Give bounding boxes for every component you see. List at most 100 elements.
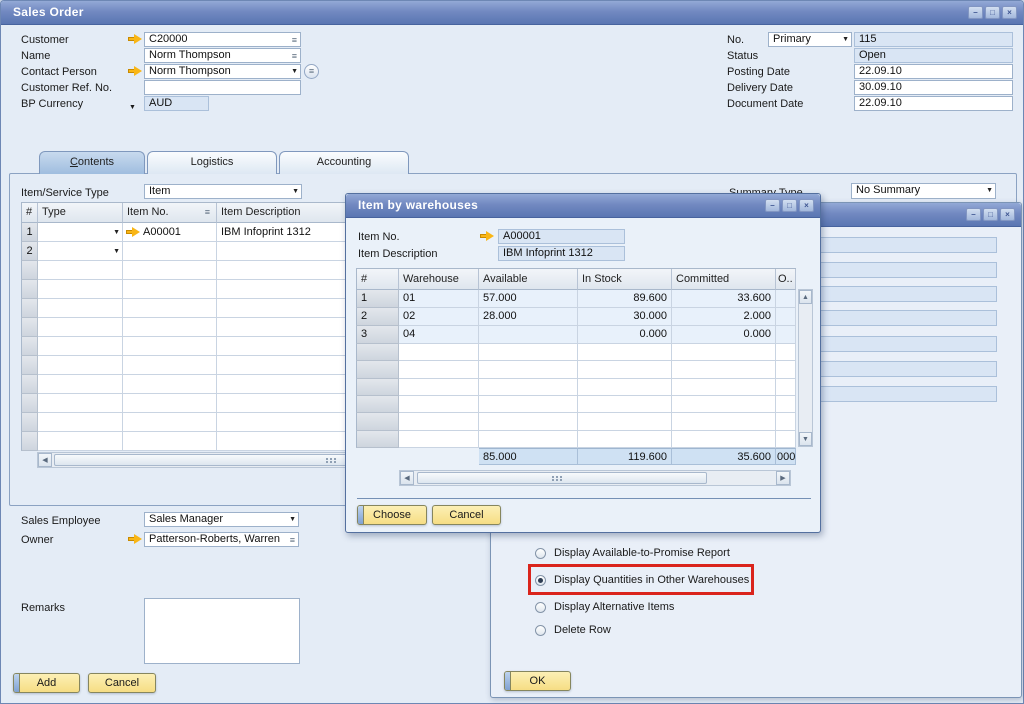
name-field[interactable]: Norm Thompson ≡ — [144, 48, 301, 63]
chevron-down-icon[interactable]: ▼ — [292, 188, 299, 195]
available-cell[interactable] — [479, 326, 578, 344]
grid-cell[interactable] — [399, 344, 479, 361]
grid-cell[interactable] — [123, 299, 217, 318]
grid-cell[interactable] — [21, 299, 38, 318]
grid-cell[interactable] — [356, 396, 399, 413]
grid-cell[interactable] — [479, 413, 578, 430]
customer-field[interactable]: C20000 ≡ — [144, 32, 301, 47]
column-menu-icon[interactable]: ≡ — [205, 203, 210, 222]
item-no-cell[interactable]: A00001 — [123, 223, 217, 242]
contact-edit-button[interactable]: ≡ — [304, 64, 319, 79]
chevron-down-icon[interactable]: ▼ — [129, 101, 136, 114]
committed-cell[interactable]: 0.000 — [672, 326, 776, 344]
grid-cell[interactable] — [123, 375, 217, 394]
maximize-icon[interactable]: □ — [782, 199, 797, 212]
scrollbar-grip[interactable] — [552, 476, 554, 478]
grid-cell[interactable] — [776, 344, 796, 361]
field-menu-icon[interactable]: ≡ — [290, 534, 295, 546]
tab-contents[interactable]: Contents — [39, 151, 145, 174]
grid-cell[interactable] — [578, 413, 672, 430]
chevron-down-icon[interactable]: ▼ — [289, 516, 296, 523]
grid-cell[interactable] — [479, 431, 578, 448]
grid-cell[interactable] — [479, 396, 578, 413]
grid-cell[interactable] — [38, 261, 123, 280]
bp-currency-combo[interactable]: BP Currency ▼ — [21, 98, 141, 111]
radio-option-alternative-items[interactable]: Display Alternative Items — [535, 600, 674, 614]
scroll-down-icon[interactable]: ▼ — [799, 432, 812, 446]
scrollbar-grip[interactable] — [326, 458, 328, 460]
ordered-cell[interactable] — [776, 290, 796, 308]
empty-grid-row[interactable] — [356, 431, 796, 448]
grid-cell[interactable] — [399, 379, 479, 396]
grid-cell[interactable] — [21, 261, 38, 280]
minimize-icon[interactable]: – — [765, 199, 780, 212]
radio-icon[interactable] — [535, 625, 546, 636]
grid-cell[interactable] — [672, 344, 776, 361]
warehouse-row-1[interactable]: 1 01 57.000 89.600 33.600 — [356, 290, 796, 308]
minimize-icon[interactable]: – — [966, 208, 981, 221]
empty-grid-row[interactable] — [356, 396, 796, 413]
field-menu-icon[interactable]: ≡ — [292, 50, 297, 62]
chevron-down-icon[interactable]: ▼ — [842, 36, 849, 43]
scroll-up-icon[interactable]: ▲ — [799, 290, 812, 304]
delivery-date-field[interactable]: 30.09.10 — [854, 80, 1013, 95]
grid-cell[interactable] — [578, 344, 672, 361]
committed-cell[interactable]: 2.000 — [672, 308, 776, 326]
warehouse-cell[interactable]: 02 — [399, 308, 479, 326]
dialog-titlebar[interactable]: Item by warehouses – □ × — [346, 194, 820, 218]
summary-type-combo[interactable]: No Summary ▼ — [851, 183, 996, 199]
grid-cell[interactable] — [123, 432, 217, 451]
tab-logistics[interactable]: Logistics — [147, 151, 277, 174]
row-number-cell[interactable]: 2 — [21, 242, 38, 261]
grid-cell[interactable] — [399, 431, 479, 448]
contact-person-combo[interactable]: Norm Thompson ▼ — [144, 64, 301, 79]
close-icon[interactable]: × — [1000, 208, 1015, 221]
minimize-icon[interactable]: – — [968, 6, 983, 19]
ordered-cell[interactable] — [776, 326, 796, 344]
warehouse-grid-hscrollbar[interactable]: ◀ ▶ — [399, 470, 791, 486]
grid-cell[interactable] — [479, 344, 578, 361]
scrollbar-thumb[interactable] — [417, 472, 707, 484]
grid-cell[interactable] — [123, 337, 217, 356]
available-cell[interactable]: 28.000 — [479, 308, 578, 326]
committed-cell[interactable]: 33.600 — [672, 290, 776, 308]
grid-cell[interactable] — [123, 280, 217, 299]
grid-cell[interactable] — [21, 280, 38, 299]
chevron-down-icon[interactable]: ▼ — [113, 229, 120, 236]
grid-cell[interactable] — [578, 379, 672, 396]
grid-cell[interactable] — [123, 318, 217, 337]
grid-cell[interactable] — [21, 375, 38, 394]
field-menu-icon[interactable]: ≡ — [292, 34, 297, 46]
grid-cell[interactable] — [776, 379, 796, 396]
radio-icon[interactable] — [535, 548, 546, 559]
posting-date-field[interactable]: 22.09.10 — [854, 64, 1013, 79]
grid-cell[interactable] — [578, 396, 672, 413]
grid-cell[interactable] — [21, 337, 38, 356]
grid-cell[interactable] — [399, 396, 479, 413]
in-stock-cell[interactable]: 30.000 — [578, 308, 672, 326]
radio-option-atp-report[interactable]: Display Available-to-Promise Report — [535, 546, 730, 560]
grid-cell[interactable] — [21, 356, 38, 375]
grid-cell[interactable] — [776, 361, 796, 378]
grid-cell[interactable] — [672, 379, 776, 396]
owner-field[interactable]: Patterson-Roberts, Warren ≡ — [144, 532, 299, 547]
row-number-cell[interactable]: 3 — [356, 326, 399, 344]
grid-cell[interactable] — [399, 361, 479, 378]
empty-grid-row[interactable] — [356, 344, 796, 361]
dialog-cancel-button[interactable]: Cancel — [432, 505, 501, 525]
grid-cell[interactable] — [672, 431, 776, 448]
no-series-combo[interactable]: Primary ▼ — [768, 32, 852, 47]
grid-cell[interactable] — [672, 396, 776, 413]
grid-cell[interactable] — [38, 432, 123, 451]
document-date-field[interactable]: 22.09.10 — [854, 96, 1013, 111]
scroll-left-icon[interactable]: ◀ — [38, 453, 52, 467]
empty-grid-row[interactable] — [356, 379, 796, 396]
grid-cell[interactable] — [21, 318, 38, 337]
grid-cell[interactable] — [123, 356, 217, 375]
link-arrow-icon[interactable] — [126, 227, 140, 237]
grid-cell[interactable] — [123, 394, 217, 413]
radio-icon[interactable] — [535, 602, 546, 613]
maximize-icon[interactable]: □ — [983, 208, 998, 221]
sales-employee-combo[interactable]: Sales Manager ▼ — [144, 512, 299, 527]
available-cell[interactable]: 57.000 — [479, 290, 578, 308]
